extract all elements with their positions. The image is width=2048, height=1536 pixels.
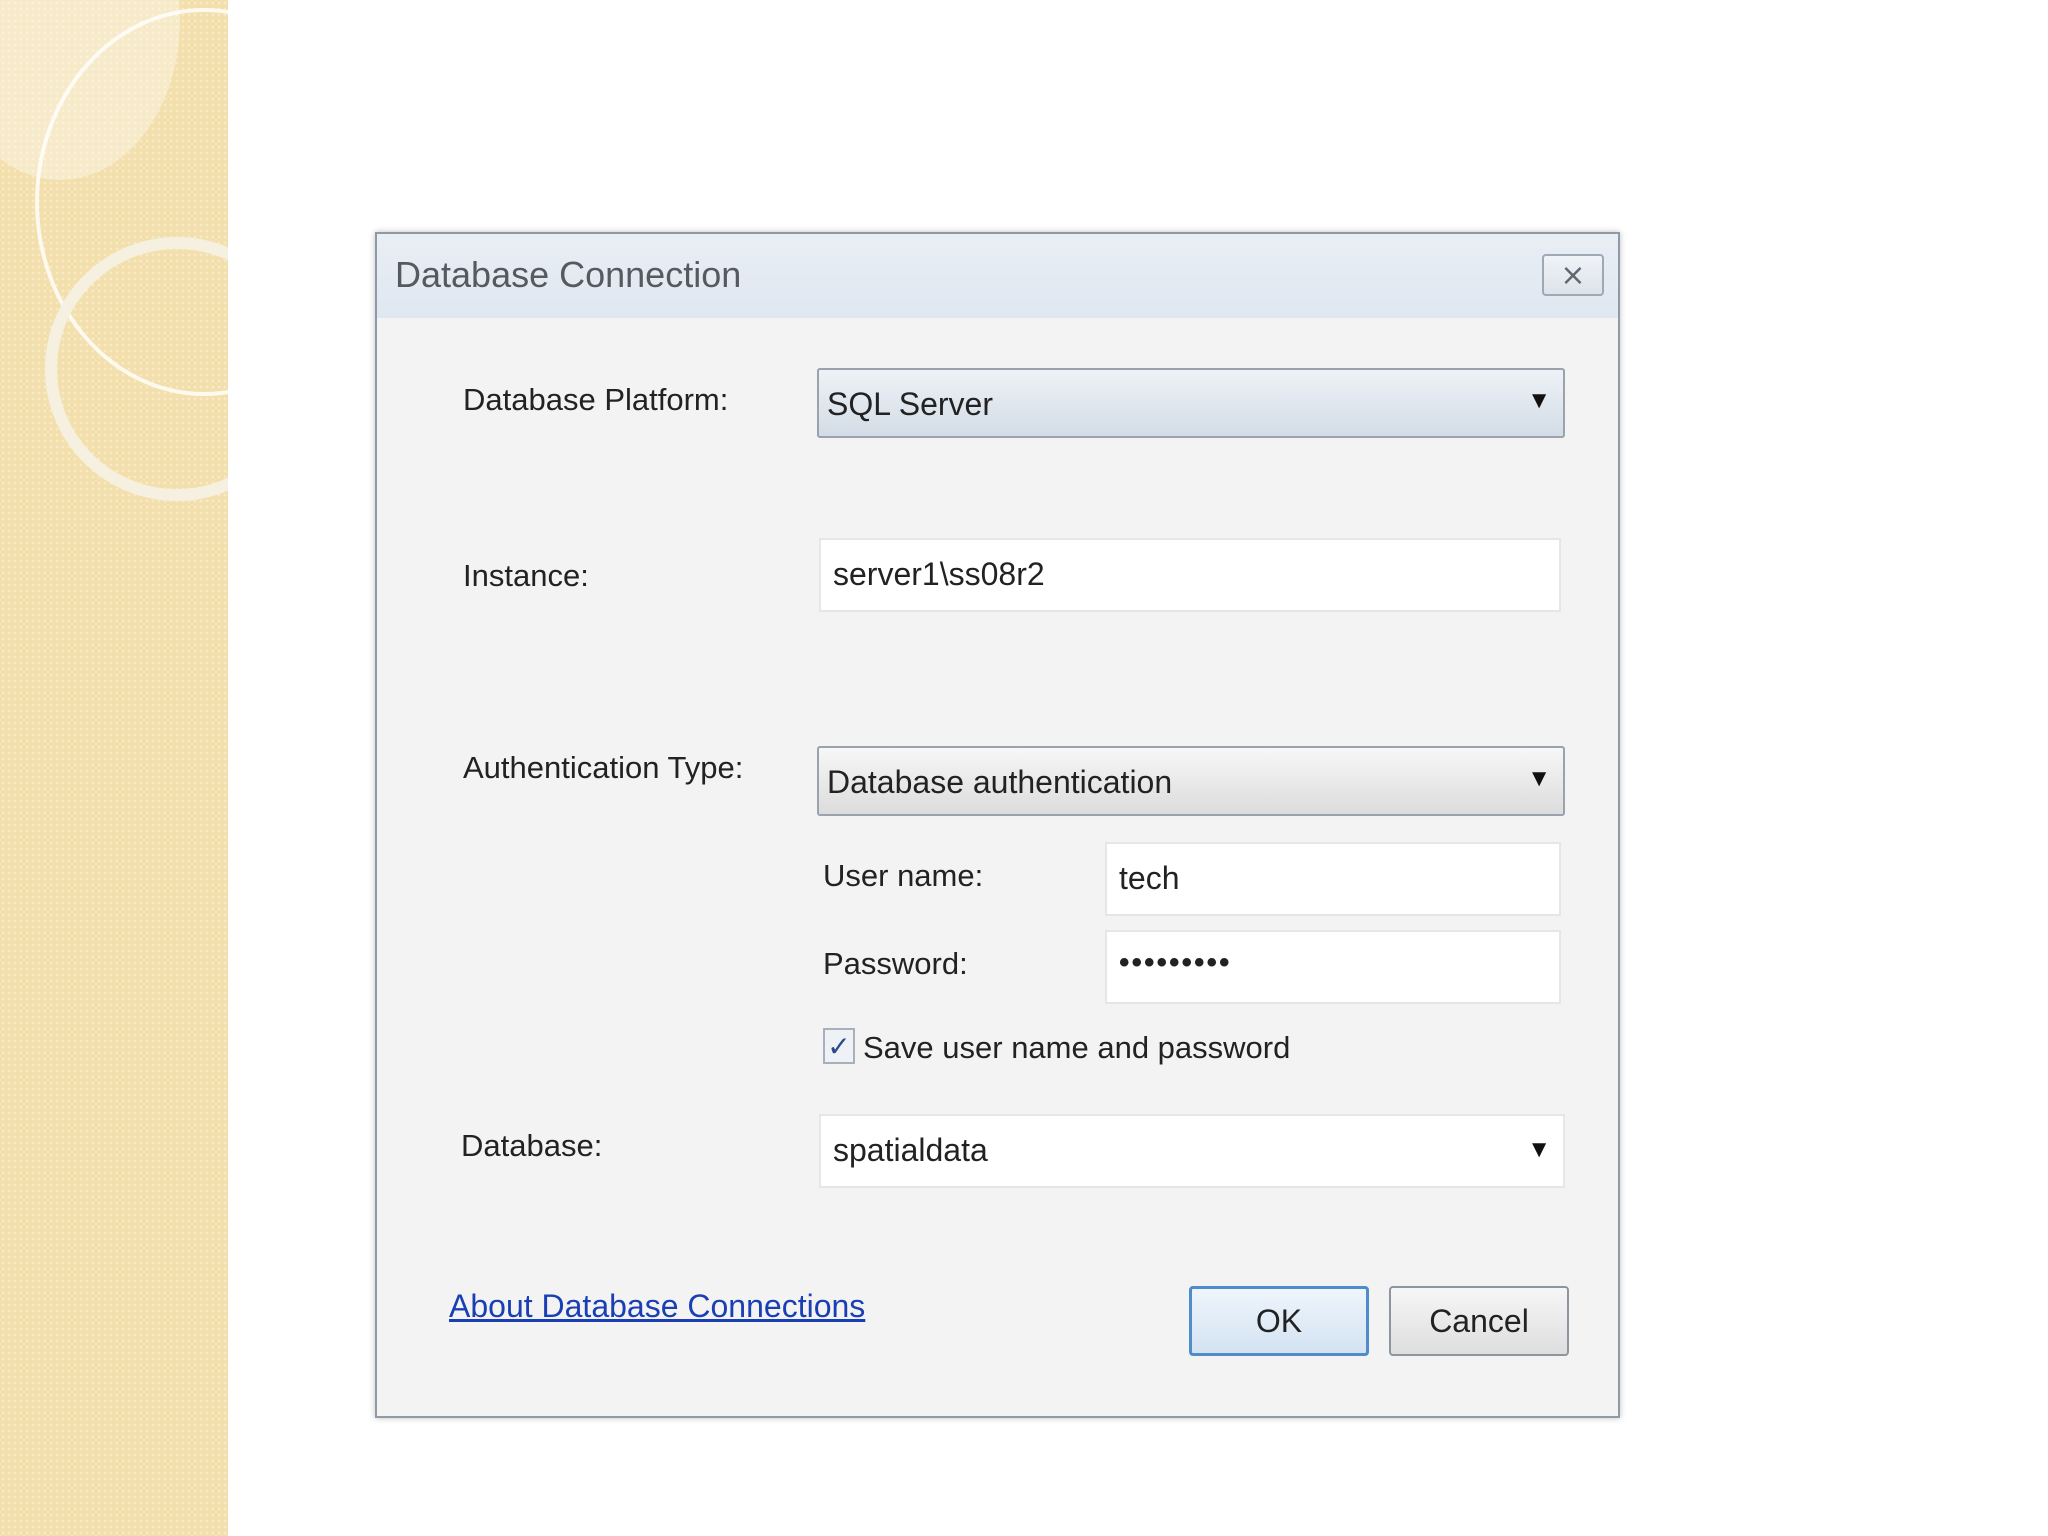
instance-input-value: server1\ss08r2 bbox=[833, 556, 1045, 592]
dialog-content: Database Platform: SQL Server ▼ Instance… bbox=[377, 318, 1618, 1416]
about-database-connections-link[interactable]: About Database Connections bbox=[449, 1288, 865, 1325]
platform-label: Database Platform: bbox=[463, 382, 729, 417]
close-button[interactable]: ⨯ bbox=[1542, 254, 1604, 296]
chevron-down-icon: ▼ bbox=[1527, 387, 1551, 414]
username-input[interactable]: tech bbox=[1105, 842, 1561, 916]
cancel-button-label: Cancel bbox=[1429, 1302, 1529, 1339]
instance-label: Instance: bbox=[463, 558, 589, 593]
cancel-button[interactable]: Cancel bbox=[1389, 1286, 1569, 1356]
auth-type-label: Authentication Type: bbox=[463, 750, 744, 785]
dialog-titlebar: Database Connection ⨯ bbox=[377, 234, 1618, 318]
slide-sidebar-decoration bbox=[0, 0, 228, 1536]
save-credentials-checkbox[interactable]: ✓ bbox=[823, 1028, 855, 1064]
instance-input[interactable]: server1\ss08r2 bbox=[819, 538, 1561, 612]
password-label: Password: bbox=[823, 946, 968, 981]
check-mark-icon: ✓ bbox=[827, 1030, 851, 1062]
platform-select[interactable]: SQL Server ▼ bbox=[817, 368, 1565, 438]
password-input-value: ••••••••• bbox=[1119, 946, 1232, 979]
close-icon: ⨯ bbox=[1560, 258, 1586, 292]
chevron-down-icon: ▼ bbox=[1527, 1136, 1551, 1163]
database-combobox[interactable]: spatialdata ▼ bbox=[819, 1114, 1565, 1188]
username-label: User name: bbox=[823, 858, 984, 893]
platform-select-value: SQL Server bbox=[827, 386, 993, 422]
save-credentials-label[interactable]: Save user name and password bbox=[863, 1030, 1290, 1066]
database-connection-dialog: Database Connection ⨯ Database Platform:… bbox=[375, 232, 1620, 1418]
database-label: Database: bbox=[461, 1128, 603, 1163]
dialog-title: Database Connection bbox=[395, 254, 742, 295]
username-input-value: tech bbox=[1119, 860, 1180, 896]
auth-type-select-value: Database authentication bbox=[827, 764, 1173, 800]
database-combobox-value: spatialdata bbox=[833, 1132, 988, 1168]
chevron-down-icon: ▼ bbox=[1527, 765, 1551, 792]
auth-type-select[interactable]: Database authentication ▼ bbox=[817, 746, 1565, 816]
password-input[interactable]: ••••••••• bbox=[1105, 930, 1561, 1004]
ok-button-label: OK bbox=[1255, 1302, 1303, 1339]
ok-button[interactable]: OK bbox=[1189, 1286, 1369, 1356]
